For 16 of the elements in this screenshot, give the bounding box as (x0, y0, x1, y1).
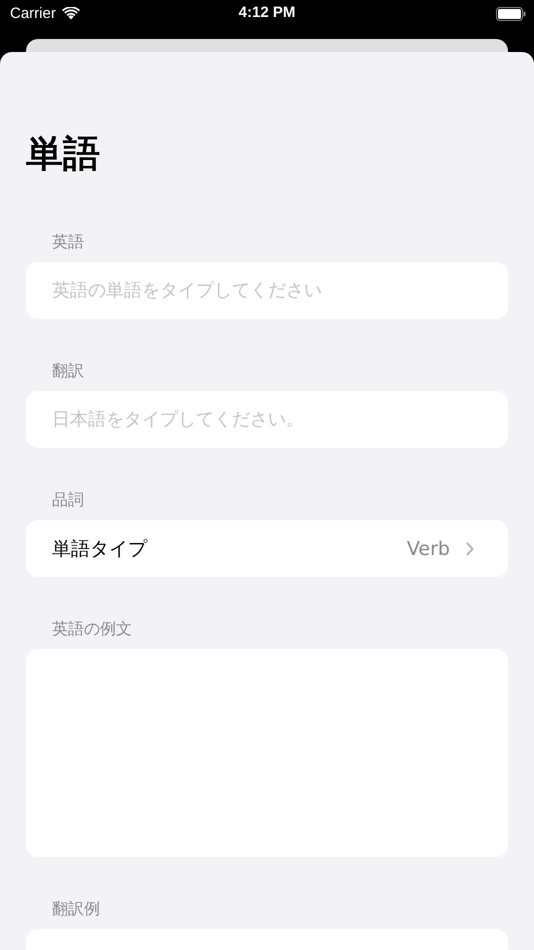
section-label: 翻訳 (51, 361, 84, 381)
row-label: 単語タイプ (52, 536, 148, 562)
clock-time: 4:12 PM (238, 4, 296, 21)
chevron-icon (466, 542, 474, 556)
section-label: 翻訳例 (51, 899, 100, 919)
wifi-icon (62, 7, 80, 20)
row-value: Verb (406, 538, 450, 560)
page-title: 単語 (26, 131, 100, 176)
section-label: 品詞 (51, 490, 84, 510)
input-field[interactable]: 日本語をタイプしてください。 (26, 391, 508, 448)
input-field[interactable]: 英語の単語をタイプしてください (26, 262, 508, 319)
section-label: 英語 (51, 232, 84, 252)
picker-row[interactable]: 単語タイプ Verb (26, 520, 508, 577)
carrier-name: Carrier (10, 5, 56, 22)
section-label: 英語の例文 (51, 619, 132, 639)
battery-icon (496, 7, 526, 21)
